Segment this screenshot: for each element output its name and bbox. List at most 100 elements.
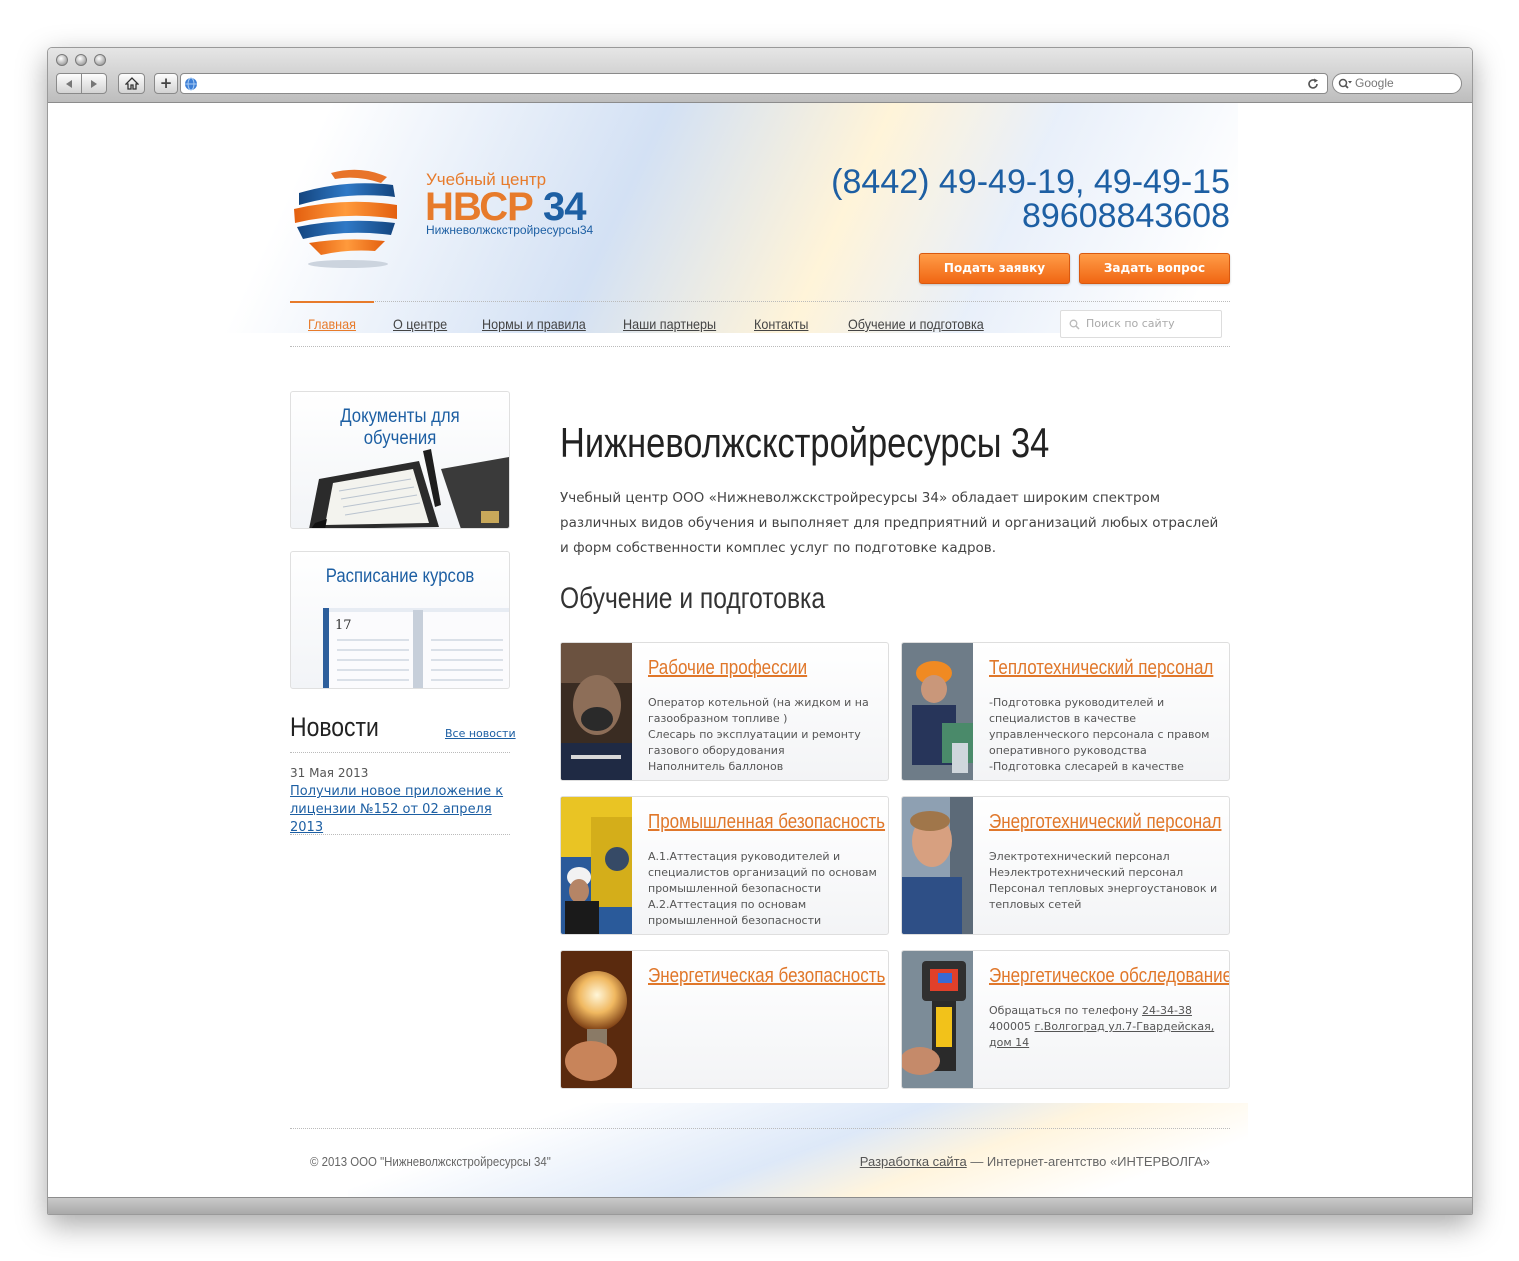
industrial-worker-photo — [561, 797, 632, 934]
card-working-professions[interactable]: Рабочие профессии Оператор котельной (на… — [560, 642, 889, 781]
card-line: Оператор котельной (на жидком и на — [648, 696, 869, 709]
back-button[interactable] — [56, 73, 82, 94]
news-heading: Новости — [290, 712, 379, 742]
minimize-window-button[interactable] — [75, 54, 87, 66]
news-date: 31 Мая 2013 — [290, 766, 369, 780]
close-window-button[interactable] — [56, 54, 68, 66]
page-viewport: Учебный центр НВСР 34 Нижневолжскстройре… — [48, 103, 1472, 1197]
card-line: Обращаться по телефону 24-34-38 — [989, 1003, 1221, 1019]
card-desc-working-professions: Оператор котельной (на жидком и на газоо… — [648, 695, 880, 775]
home-icon — [123, 77, 140, 90]
address-link[interactable]: г.Волгоград ул.7-Гвардейская, — [1035, 1020, 1215, 1033]
address-bar[interactable] — [180, 73, 1328, 94]
electrician-photo — [902, 797, 973, 934]
footer-copyright: © 2013 ООО "Нижневолжскстройресурсы 34" — [310, 1154, 551, 1169]
card-line: специалистов организаций по основам — [648, 866, 877, 879]
card-title-energy-safety[interactable]: Энергетическая безопасность — [648, 965, 885, 988]
main-navigation: Главная О центре Нормы и правила Наши па… — [290, 301, 1230, 347]
card-line: тепловых сетей — [989, 898, 1082, 911]
intro-text: Учебный центр ООО «Нижневолжскстройресур… — [560, 490, 1219, 556]
globe-icon — [185, 77, 197, 91]
nav-active-indicator — [290, 301, 374, 303]
nav-item-home[interactable]: Главная — [308, 316, 356, 332]
nav-item-norms[interactable]: Нормы и правила — [482, 316, 586, 332]
zoom-window-button[interactable] — [94, 54, 106, 66]
card-energy-audit[interactable]: Энергетическое обследование Обращаться п… — [901, 950, 1230, 1089]
card-line: оперативного руководства — [989, 744, 1147, 757]
developer-text: — Интернет-агентство «ИНТЕРВОЛГА» — [966, 1154, 1210, 1169]
forward-button[interactable] — [81, 73, 107, 94]
card-line: Наполнитель баллонов — [648, 760, 784, 773]
footer-background — [348, 1103, 1248, 1197]
calendar-day: 17 — [335, 618, 352, 633]
contact-label: Обращаться по телефону — [989, 1004, 1143, 1017]
news-divider — [290, 752, 510, 753]
search-icon — [1338, 78, 1352, 89]
news-divider-bottom — [290, 834, 510, 835]
card-desc-power-engineering: Электротехнический персонал Неэлектротех… — [989, 849, 1221, 913]
postal-code: 400005 — [989, 1020, 1035, 1033]
nav-item-partners[interactable]: Наши партнеры — [623, 316, 716, 332]
browser-search-placeholder: Google — [1355, 76, 1394, 90]
card-line: Электротехнический персонал — [989, 850, 1170, 863]
reload-icon[interactable] — [1307, 78, 1319, 90]
card-title-power-engineering[interactable]: Энерготехнический персонал — [989, 811, 1221, 834]
card-energy-safety[interactable]: Энергетическая безопасность — [560, 950, 889, 1089]
logo-sphere-icon[interactable] — [291, 161, 401, 271]
add-tab-button[interactable]: + — [154, 73, 178, 94]
news-item-link[interactable]: Получили новое приложение к лицензии №15… — [290, 783, 515, 837]
card-title-energy-audit[interactable]: Энергетическое обследование — [989, 965, 1229, 988]
engineer-photo — [902, 643, 973, 780]
card-line: А.1.Аттестация руководителей и — [648, 850, 841, 863]
card-line: управленческого персонала с правом — [989, 728, 1210, 741]
card-line: А.2.Аттестация по основам — [648, 898, 807, 911]
card-line: Неэлектротехнический персонал — [989, 866, 1184, 879]
ask-question-button[interactable]: Задать вопрос — [1079, 253, 1230, 284]
card-desc-heat-engineering: -Подготовка руководителей и специалистов… — [989, 695, 1221, 775]
footer-divider — [290, 1128, 1230, 1129]
card-line: газообразном топливе ) — [648, 712, 788, 725]
schedule-banner-title: Расписание курсов — [325, 566, 475, 587]
card-line: специалистов в качестве — [989, 712, 1137, 725]
card-heat-engineering[interactable]: Теплотехнический персонал -Подготовка ру… — [901, 642, 1230, 781]
documents-banner[interactable]: Документы для обучения — [290, 391, 510, 529]
site-search-input[interactable]: Поиск по сайту — [1060, 310, 1222, 338]
card-line: дом 14 — [989, 1035, 1221, 1051]
nav-item-contacts[interactable]: Контакты — [754, 316, 808, 332]
search-icon — [1069, 319, 1080, 330]
card-line: промышленной безопасности — [648, 882, 822, 895]
card-line: газового оборудования — [648, 744, 785, 757]
card-title-industrial-safety[interactable]: Промышленная безопасность — [648, 811, 885, 834]
card-industrial-safety[interactable]: Промышленная безопасность А.1.Аттестация… — [560, 796, 889, 935]
submit-application-button[interactable]: Подать заявку — [919, 253, 1070, 284]
card-line: 400005 г.Волгоград ул.7-Гвардейская, — [989, 1019, 1221, 1035]
forward-arrow-icon — [91, 80, 97, 88]
card-line: промышленной безопасности — [648, 914, 822, 927]
folder-illustration — [309, 449, 509, 528]
welder-photo — [561, 643, 632, 780]
card-desc-industrial-safety: А.1.Аттестация руководителей и специалис… — [648, 849, 880, 929]
footer-credits: Разработка сайта — Интернет-агентство «И… — [860, 1154, 1210, 1169]
lightbulb-photo — [561, 951, 632, 1088]
section-title: Обучение и подготовка — [560, 582, 826, 615]
nav-item-about[interactable]: О центре — [393, 316, 447, 332]
nav-item-training[interactable]: Обучение и подготовка — [848, 316, 984, 332]
developer-link[interactable]: Разработка сайта — [860, 1154, 967, 1169]
card-title-heat-engineering[interactable]: Теплотехнический персонал — [989, 657, 1213, 680]
card-line: -Подготовка слесарей в качестве — [989, 760, 1184, 773]
page-title: Нижневолжскстройресурсы 34 — [560, 419, 1050, 466]
thermal-camera-photo — [902, 951, 973, 1088]
card-power-engineering[interactable]: Энерготехнический персонал Электротехнич… — [901, 796, 1230, 935]
home-button[interactable] — [118, 73, 145, 94]
address-link-cont[interactable]: дом 14 — [989, 1036, 1029, 1049]
schedule-banner[interactable]: Расписание курсов 17 — [290, 551, 510, 689]
back-arrow-icon — [66, 80, 72, 88]
card-title-working-professions[interactable]: Рабочие профессии — [648, 657, 807, 680]
contact-phone-link[interactable]: 24-34-38 — [1142, 1004, 1192, 1017]
all-news-link[interactable]: Все новости — [445, 727, 516, 740]
card-line: -Подготовка руководителей и — [989, 696, 1165, 709]
browser-search-field[interactable]: Google — [1332, 73, 1462, 94]
site-search-placeholder: Поиск по сайту — [1086, 317, 1175, 330]
browser-toolbar: + Google — [48, 48, 1472, 103]
logo-subtitle: Нижневолжскстройресурсы34 — [426, 223, 594, 237]
